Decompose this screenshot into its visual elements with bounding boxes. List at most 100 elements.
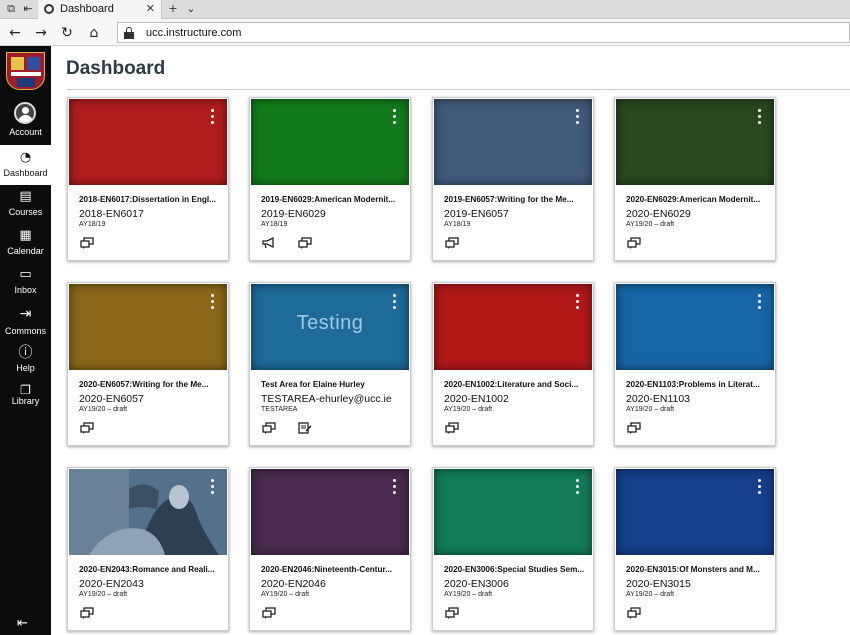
course-name[interactable]: 2020-EN3006:Special Studies Sem...: [444, 565, 586, 574]
window-tile-icon[interactable]: ⧉: [4, 2, 18, 16]
nav-dashboard[interactable]: ◔ Dashboard: [0, 145, 51, 185]
course-card[interactable]: 2020-EN2046:Nineteenth-Centur... 2020-EN2…: [249, 467, 411, 631]
course-card[interactable]: 2018-EN6017:Dissertation in Engl... 2018-…: [67, 97, 229, 261]
course-card[interactable]: 2019-EN6057:Writing for the Me... 2019-EN…: [432, 97, 594, 261]
course-name[interactable]: 2020-EN6029:American Modernit...: [626, 195, 768, 204]
discussions-icon[interactable]: [80, 606, 96, 620]
course-card-header[interactable]: [251, 469, 409, 555]
discussions-icon[interactable]: [627, 421, 643, 435]
course-card-header[interactable]: [251, 99, 409, 185]
kebab-menu-icon[interactable]: [576, 109, 580, 125]
home-icon[interactable]: ⌂: [85, 24, 103, 42]
course-name[interactable]: 2020-EN1103:Problems in Literat...: [626, 380, 768, 389]
course-card[interactable]: 2020-EN3006:Special Studies Sem... 2020-E…: [432, 467, 594, 631]
course-card-header[interactable]: [616, 284, 774, 370]
nav-label: Library: [11, 396, 40, 406]
course-term: AY19/20 – draft: [444, 406, 493, 413]
course-name[interactable]: 2020-EN6057:Writing for the Me...: [79, 380, 221, 389]
collapse-nav-icon[interactable]: ⇤: [17, 616, 28, 631]
back-tab-icon[interactable]: ⇤: [21, 2, 35, 16]
kebab-menu-icon[interactable]: [758, 294, 762, 310]
discussions-icon[interactable]: [80, 421, 96, 435]
kebab-menu-icon[interactable]: [211, 109, 215, 125]
address-bar: ← → ↻ ⌂ ucc.instructure.com: [0, 19, 850, 46]
tab-menu-icon[interactable]: ⌄: [184, 2, 198, 16]
course-card-header[interactable]: Testing: [251, 284, 409, 370]
discussions-icon[interactable]: [80, 236, 96, 250]
course-image: [69, 469, 227, 555]
course-card[interactable]: 2020-EN1103:Problems in Literat... 2020-E…: [614, 282, 776, 446]
discussions-icon[interactable]: [262, 421, 278, 435]
course-name[interactable]: 2019-EN6057:Writing for the Me...: [444, 195, 586, 204]
course-name[interactable]: 2020-EN3015:Of Monsters and M...: [626, 565, 768, 574]
course-term: AY19/20 – draft: [626, 221, 675, 228]
course-card[interactable]: 2020-EN3015:Of Monsters and M... 2020-EN3…: [614, 467, 776, 631]
course-name[interactable]: 2020-EN2046:Nineteenth-Centur...: [261, 565, 403, 574]
course-card[interactable]: 2020-EN1002:Literature and Soci... 2020-E…: [432, 282, 594, 446]
refresh-icon[interactable]: ↻: [58, 24, 76, 42]
discussions-icon[interactable]: [262, 606, 278, 620]
course-card-header[interactable]: [616, 469, 774, 555]
announcements-icon[interactable]: [262, 236, 278, 250]
kebab-menu-icon[interactable]: [758, 109, 762, 125]
course-code: 2020-EN6057: [79, 393, 144, 405]
course-card[interactable]: 2020-EN6029:American Modernit... 2020-EN6…: [614, 97, 776, 261]
course-card-header[interactable]: [69, 99, 227, 185]
institution-logo[interactable]: [6, 52, 45, 90]
course-code: TESTAREA-ehurley@ucc.ie: [261, 393, 392, 405]
kebab-menu-icon[interactable]: [211, 479, 215, 495]
course-name[interactable]: 2020-EN2043:Romance and Reali...: [79, 565, 221, 574]
course-code: 2020-EN3006: [444, 578, 509, 590]
assignments-icon[interactable]: [298, 421, 314, 435]
discussions-icon[interactable]: [445, 606, 461, 620]
nav-library[interactable]: ❐ Library: [0, 380, 51, 420]
kebab-menu-icon[interactable]: [576, 294, 580, 310]
course-card[interactable]: 2019-EN6029:American Modernit... 2019-EN6…: [249, 97, 411, 261]
course-name[interactable]: 2018-EN6017:Dissertation in Engl...: [79, 195, 221, 204]
help-icon: ⓘ: [18, 345, 33, 361]
kebab-menu-icon[interactable]: [758, 479, 762, 495]
nav-inbox[interactable]: ▭ Inbox: [0, 264, 51, 304]
course-card-header[interactable]: [69, 469, 227, 555]
title-divider: [66, 89, 850, 90]
lock-icon: [124, 27, 134, 39]
nav-help[interactable]: ⓘ Help: [0, 343, 51, 383]
url-input[interactable]: ucc.instructure.com: [117, 22, 850, 43]
browser-tab[interactable]: Dashboard ✕: [38, 0, 162, 19]
discussions-icon[interactable]: [445, 236, 461, 250]
discussions-icon[interactable]: [298, 236, 314, 250]
kebab-menu-icon[interactable]: [576, 479, 580, 495]
course-card-header[interactable]: [434, 469, 592, 555]
tab-title: Dashboard: [60, 3, 114, 15]
discussions-icon[interactable]: [627, 606, 643, 620]
course-name[interactable]: Test Area for Elaine Hurley: [261, 380, 403, 389]
kebab-menu-icon[interactable]: [211, 294, 215, 310]
close-icon[interactable]: ✕: [146, 2, 155, 15]
back-arrow-icon[interactable]: ←: [6, 24, 24, 42]
nav-commons[interactable]: ⇥ Commons: [0, 304, 51, 344]
course-card-header[interactable]: [434, 284, 592, 370]
course-name[interactable]: 2020-EN1002:Literature and Soci...: [444, 380, 586, 389]
forward-arrow-icon[interactable]: →: [32, 24, 50, 42]
course-code: 2019-EN6029: [261, 208, 326, 220]
course-name[interactable]: 2019-EN6029:American Modernit...: [261, 195, 403, 204]
course-card[interactable]: 2020-EN2043:Romance and Reali... 2020-EN2…: [67, 467, 229, 631]
global-navigation: Account ◔ Dashboard ▤ Courses ▦ Calendar…: [0, 46, 51, 635]
kebab-menu-icon[interactable]: [393, 294, 397, 310]
course-card[interactable]: Testing Test Area for Elaine Hurley TESTAR…: [249, 282, 411, 446]
course-card-header[interactable]: [69, 284, 227, 370]
kebab-menu-icon[interactable]: [393, 109, 397, 125]
nav-account[interactable]: Account: [0, 98, 51, 138]
page-title: Dashboard: [66, 58, 166, 79]
kebab-menu-icon[interactable]: [393, 479, 397, 495]
new-tab-icon[interactable]: +: [166, 2, 180, 16]
nav-courses[interactable]: ▤ Courses: [0, 186, 51, 226]
course-term: AY18/19: [79, 221, 106, 228]
course-card[interactable]: 2020-EN6057:Writing for the Me... 2020-EN…: [67, 282, 229, 446]
course-hero-text: Testing: [296, 312, 364, 334]
course-card-header[interactable]: [616, 99, 774, 185]
discussions-icon[interactable]: [445, 421, 461, 435]
course-card-header[interactable]: [434, 99, 592, 185]
nav-calendar[interactable]: ▦ Calendar: [0, 225, 51, 265]
discussions-icon[interactable]: [627, 236, 643, 250]
